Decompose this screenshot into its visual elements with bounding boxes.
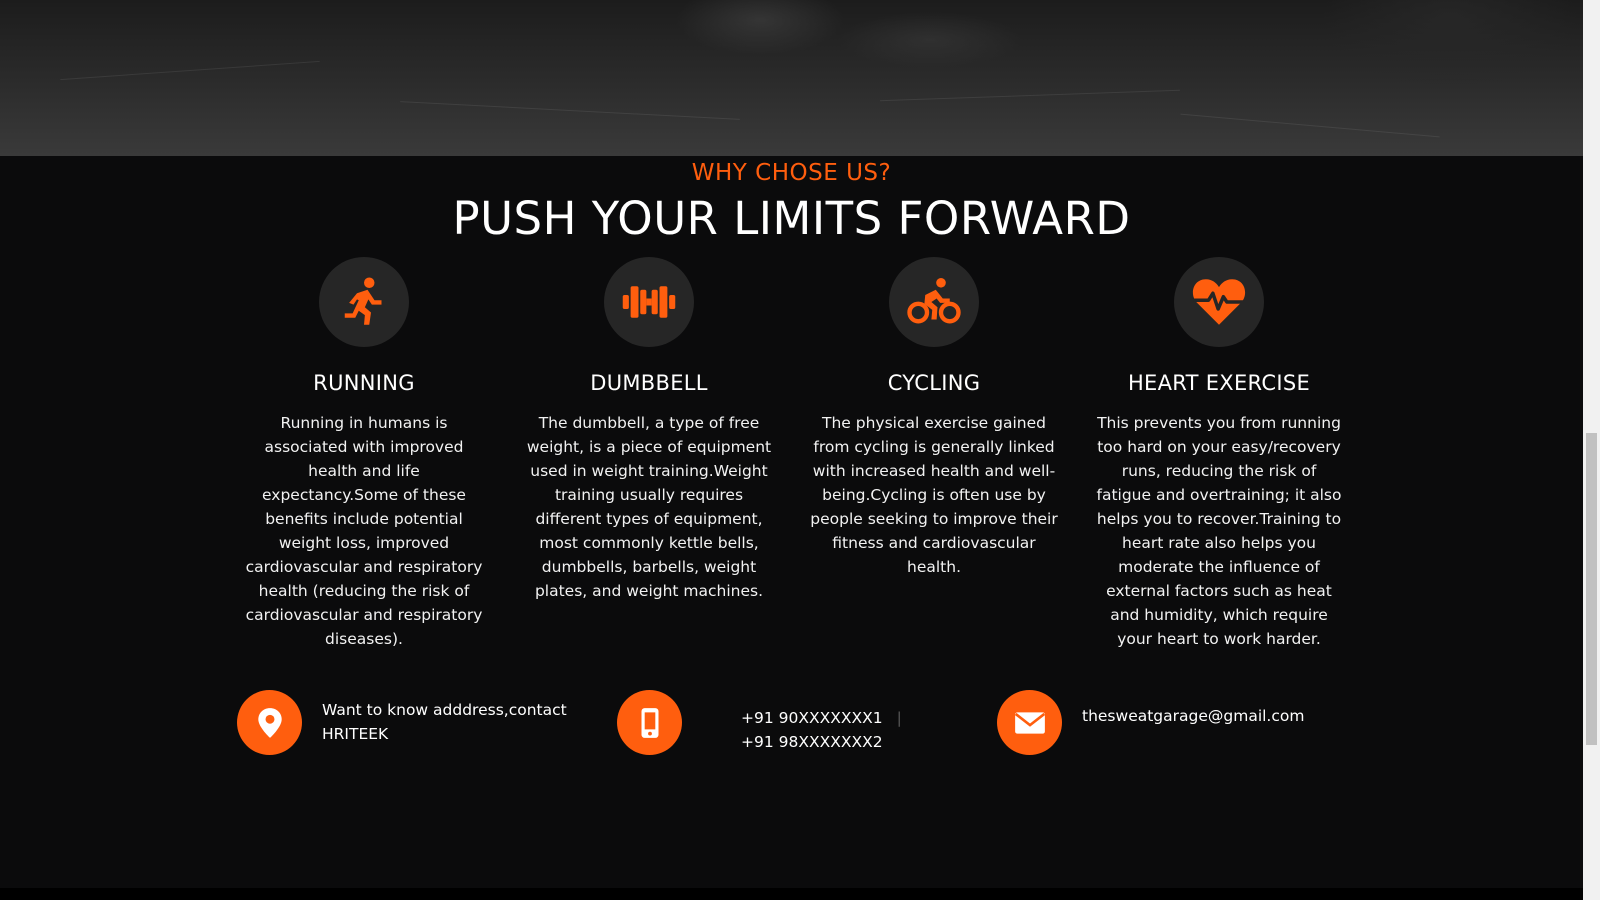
phone-number-2[interactable]: +91 98XXXXXXX2 [741,730,902,754]
feature-cycling: CYCLING The physical exercise gained fro… [808,257,1060,579]
address-line-1: Want to know adddress,contact [322,701,567,719]
section-eyebrow: WHY CHOSE US? [691,160,892,186]
phone-separator: | [896,709,902,727]
phone-text: +91 90XXXXXXX1 | +91 98XXXXXXX2 [741,706,902,754]
feature-description: This prevents you from running too hard … [1096,414,1342,648]
phone-number-1[interactable]: +91 90XXXXXXX1 [741,709,883,727]
contact-address: Want to know adddress,contact HRITEEK [237,690,567,755]
feature-title: DUMBBELL [590,371,708,395]
feature-description: The physical exercise gained from cyclin… [810,414,1058,576]
contact-email: thesweatgarage@gmail.com [997,690,1304,755]
cycling-icon-circle [889,257,979,347]
heartbeat-icon [1192,279,1246,325]
address-text: Want to know adddress,contact HRITEEK [322,698,567,746]
mobile-phone-icon [617,690,682,755]
cycling-icon [907,277,961,324]
email-address[interactable]: thesweatgarage@gmail.com [1082,704,1304,728]
scrollbar-thumb[interactable] [1586,433,1597,745]
running-icon-circle [319,257,409,347]
contact-phone: +91 90XXXXXXX1 | +91 98XXXXXXX2 [617,690,902,755]
dumbbell-icon [622,286,676,318]
section-headline: PUSH YOUR LIMITS FORWARD [452,192,1131,245]
heartbeat-icon-circle [1174,257,1264,347]
envelope-icon [997,690,1062,755]
footer-edge [0,888,1583,900]
feature-description: Running in humans is associated with imp… [245,414,483,648]
map-marker-icon [237,690,302,755]
feature-title: RUNNING [313,371,415,395]
feature-heart-exercise: HEART EXERCISE This prevents you from ru… [1093,257,1345,651]
feature-description: The dumbbell, a type of free weight, is … [526,414,772,600]
why-choose-us-section: WHY CHOSE US? PUSH YOUR LIMITS FORWARD R… [0,156,1583,888]
feature-title: HEART EXERCISE [1127,371,1311,395]
running-icon [344,277,382,325]
dumbbell-icon-circle [604,257,694,347]
feature-title: CYCLING [887,371,981,395]
address-line-2: HRITEEK [322,725,389,743]
feature-running: RUNNING Running in humans is associated … [238,257,490,651]
hero-background-image [0,0,1583,156]
page-scrollbar[interactable] [1583,0,1600,900]
feature-dumbbell: DUMBBELL The dumbbell, a type of free we… [523,257,775,603]
